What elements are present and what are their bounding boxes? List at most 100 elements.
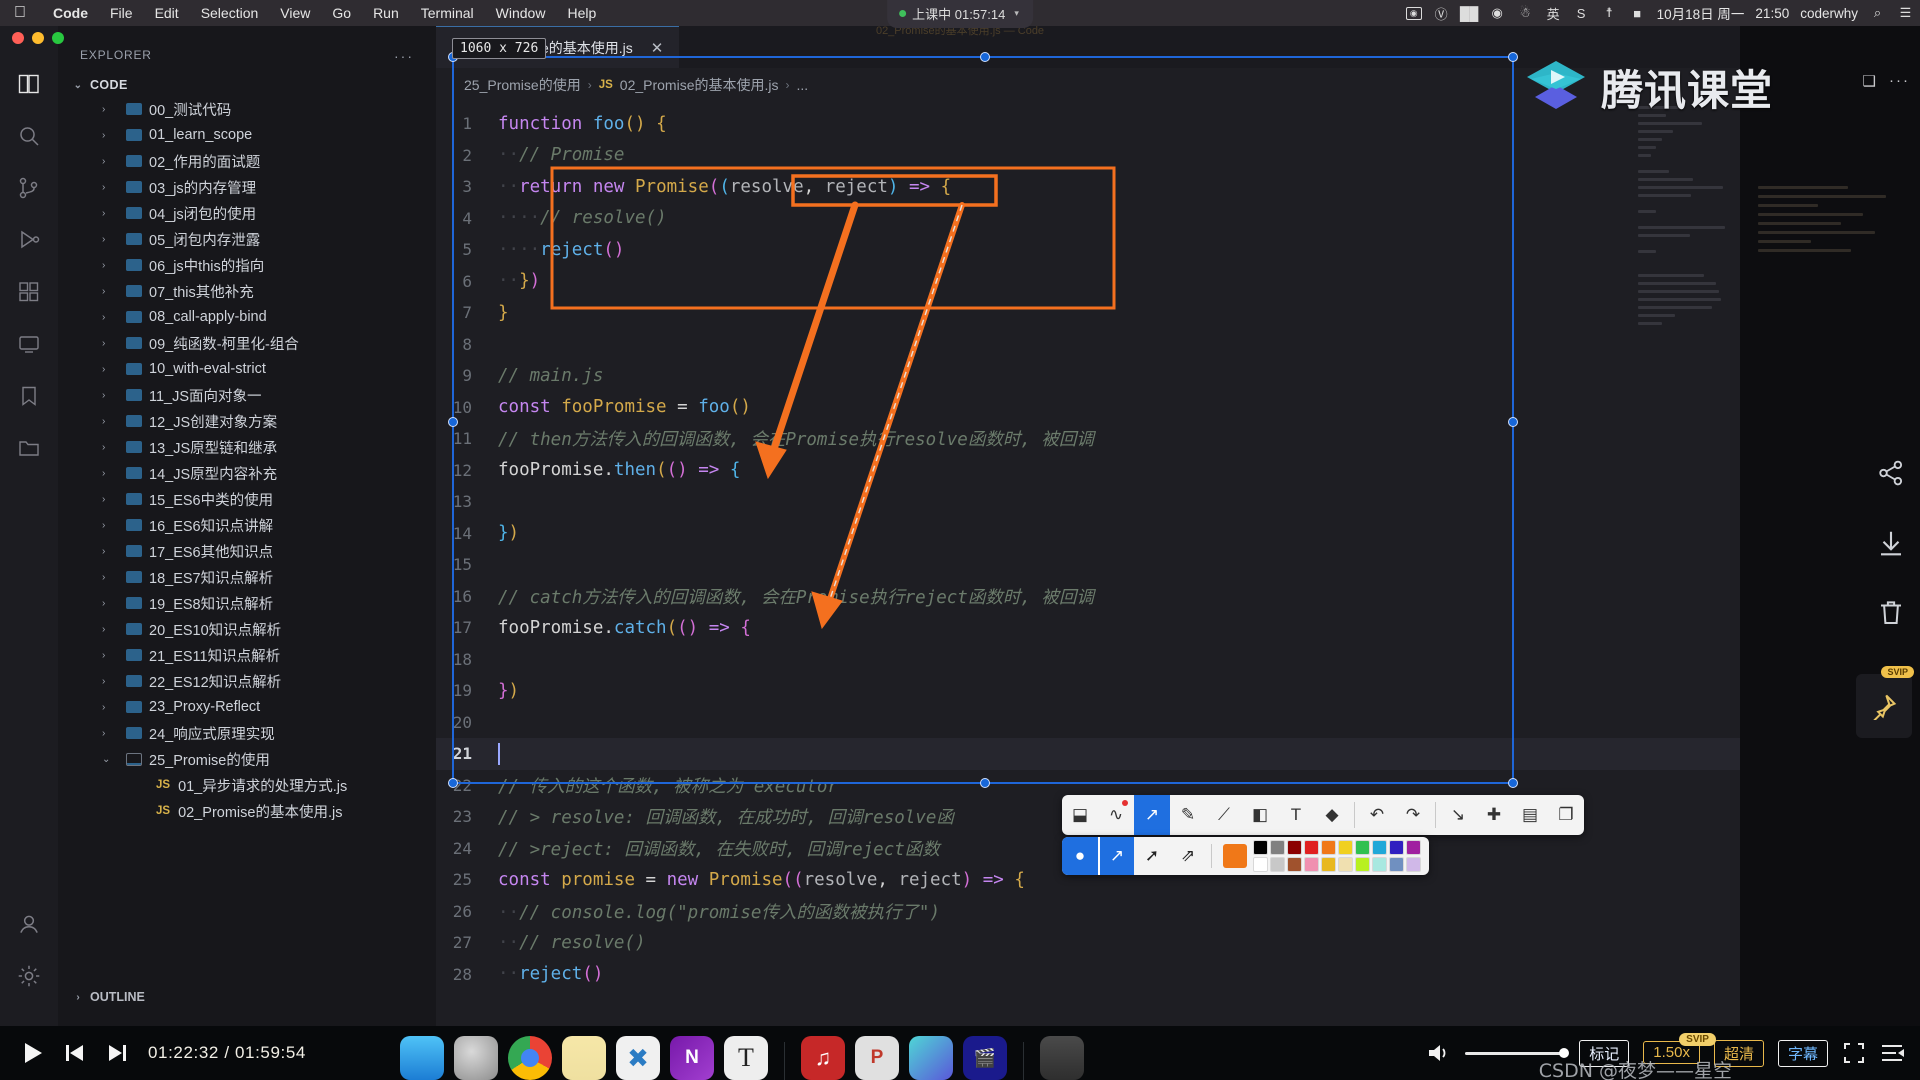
chevron-right-icon[interactable]: › bbox=[102, 598, 105, 609]
tree-folder-row[interactable]: › 03_js的内存管理 bbox=[58, 174, 436, 200]
tree-folder-row[interactable]: › 21_ES11知识点解析 bbox=[58, 642, 436, 668]
freehand-line-icon[interactable]: ∿ bbox=[1098, 795, 1134, 835]
play-button[interactable] bbox=[22, 1041, 44, 1065]
code-line[interactable]: 4 ····// resolve() bbox=[436, 203, 1740, 235]
chevron-right-icon[interactable]: › bbox=[72, 992, 84, 1003]
code-line[interactable]: 13 bbox=[436, 486, 1740, 518]
chevron-right-icon[interactable]: › bbox=[102, 676, 105, 687]
save-icon[interactable]: ▤ bbox=[1512, 795, 1548, 835]
code-line[interactable]: 15 bbox=[436, 549, 1740, 581]
highlighter-icon[interactable]: ⟋ bbox=[1206, 795, 1242, 835]
tree-folder-row[interactable]: › 22_ES12知识点解析 bbox=[58, 668, 436, 694]
close-window-button[interactable] bbox=[12, 32, 24, 44]
extensions-icon[interactable] bbox=[15, 278, 43, 306]
code-line[interactable]: 6 ··}) bbox=[436, 266, 1740, 298]
color-swatch[interactable] bbox=[1321, 857, 1336, 872]
cursor-icon[interactable]: ↘ bbox=[1440, 795, 1476, 835]
more-options-icon[interactable]: ··· bbox=[1889, 72, 1910, 89]
remote-explorer-icon[interactable] bbox=[15, 330, 43, 358]
account-icon[interactable] bbox=[15, 910, 43, 938]
color-swatch[interactable] bbox=[1287, 840, 1302, 855]
tree-folder-row-open[interactable]: ⌄ 25_Promise的使用 bbox=[58, 746, 436, 772]
close-icon[interactable]: ✕ bbox=[651, 39, 664, 57]
tree-folder-row[interactable]: › 12_JS创建对象方案 bbox=[58, 408, 436, 434]
window-controls[interactable] bbox=[12, 32, 64, 44]
thin-arrow-icon[interactable]: ⇗ bbox=[1170, 837, 1206, 875]
color-swatch[interactable] bbox=[1389, 840, 1404, 855]
menubar-user[interactable]: coderwhy bbox=[1800, 6, 1858, 21]
clipboard-manager-icon[interactable]: ██ bbox=[1460, 6, 1478, 21]
chevron-down-icon[interactable]: ⌄ bbox=[72, 80, 84, 91]
menu-window[interactable]: Window bbox=[485, 5, 557, 21]
chevron-right-icon[interactable]: › bbox=[102, 338, 105, 349]
menu-file[interactable]: File bbox=[99, 5, 144, 21]
tree-folder-row[interactable]: › 23_Proxy-Reflect bbox=[58, 694, 436, 720]
tree-folder-row[interactable]: › 07_this其他补充 bbox=[58, 278, 436, 304]
chevron-right-icon[interactable]: › bbox=[102, 104, 105, 115]
menubar-time[interactable]: 21:50 bbox=[1755, 6, 1789, 21]
tree-file-row[interactable]: JS 01_异步请求的处理方式.js bbox=[58, 772, 436, 798]
breadcrumb-folder[interactable]: 25_Promise的使用 bbox=[464, 75, 581, 95]
minimap[interactable] bbox=[1638, 106, 1730, 966]
color-swatch[interactable] bbox=[1304, 857, 1319, 872]
pen-icon[interactable]: ✎ bbox=[1170, 795, 1206, 835]
gear-icon[interactable] bbox=[15, 962, 43, 990]
chevron-right-icon[interactable]: › bbox=[102, 130, 105, 141]
tree-folder-row[interactable]: › 24_响应式原理实现 bbox=[58, 720, 436, 746]
onenote-icon[interactable]: N bbox=[670, 1036, 714, 1080]
menu-selection[interactable]: Selection bbox=[190, 5, 270, 21]
tree-folder-row[interactable]: › 06_js中this的指向 bbox=[58, 252, 436, 278]
color-swatch[interactable] bbox=[1338, 857, 1353, 872]
chevron-right-icon[interactable]: › bbox=[102, 234, 105, 245]
menu-view[interactable]: View bbox=[269, 5, 321, 21]
chevron-down-icon[interactable]: ▾ bbox=[1014, 8, 1019, 19]
speaker-icon[interactable] bbox=[1427, 1042, 1451, 1064]
code-line[interactable]: 8 bbox=[436, 329, 1740, 361]
chevron-right-icon[interactable]: › bbox=[102, 468, 105, 479]
chevron-right-icon[interactable]: › bbox=[102, 286, 105, 297]
share-icon[interactable] bbox=[1874, 456, 1908, 490]
chevron-right-icon[interactable]: › bbox=[102, 442, 105, 453]
color-swatch[interactable] bbox=[1406, 857, 1421, 872]
code-line[interactable]: 17 fooPromise.catch(() => { bbox=[436, 612, 1740, 644]
parallels-icon[interactable]: Ⓥ bbox=[1433, 6, 1450, 22]
chevron-right-icon[interactable]: › bbox=[102, 520, 105, 531]
tree-folder-row[interactable]: › 02_作用的面试题 bbox=[58, 148, 436, 174]
tree-folder-row[interactable]: › 00_测试代码 bbox=[58, 96, 436, 122]
bluetooth-icon[interactable]: ☨ bbox=[1601, 5, 1618, 21]
eraser-icon[interactable]: ◆ bbox=[1314, 795, 1350, 835]
typora-icon[interactable]: T bbox=[724, 1036, 768, 1080]
pin-icon[interactable]: ✚ bbox=[1476, 795, 1512, 835]
color-swatch[interactable] bbox=[1355, 840, 1370, 855]
code-line[interactable]: 19}) bbox=[436, 675, 1740, 707]
color-swatch[interactable] bbox=[1372, 840, 1387, 855]
chevron-down-icon[interactable]: ⌄ bbox=[102, 754, 110, 765]
tree-folder-row[interactable]: › 20_ES10知识点解析 bbox=[58, 616, 436, 642]
menu-edit[interactable]: Edit bbox=[144, 5, 190, 21]
color-swatch[interactable] bbox=[1389, 857, 1404, 872]
chevron-right-icon[interactable]: › bbox=[102, 572, 105, 583]
chevron-right-icon[interactable]: › bbox=[102, 208, 105, 219]
maximize-window-button[interactable] bbox=[52, 32, 64, 44]
chevron-right-icon[interactable]: › bbox=[102, 546, 105, 557]
tree-folder-row[interactable]: › 05_闭包内存泄露 bbox=[58, 226, 436, 252]
window-restore-icon[interactable]: ❑ bbox=[1863, 72, 1876, 90]
copy-icon[interactable]: ❐ bbox=[1548, 795, 1584, 835]
breadcrumb-file[interactable]: 02_Promise的基本使用.js bbox=[620, 75, 779, 95]
dot-size-icon[interactable]: ● bbox=[1062, 837, 1098, 875]
trash-icon[interactable] bbox=[1874, 596, 1908, 630]
text-icon[interactable]: T bbox=[1278, 795, 1314, 835]
tree-folder-row[interactable]: › 01_learn_scope bbox=[58, 122, 436, 148]
fullscreen-icon[interactable] bbox=[1842, 1041, 1866, 1065]
next-button[interactable] bbox=[106, 1042, 128, 1064]
menu-terminal[interactable]: Terminal bbox=[410, 5, 485, 21]
chrome-icon[interactable] bbox=[508, 1036, 552, 1080]
menu-run[interactable]: Run bbox=[362, 5, 410, 21]
color-swatch[interactable] bbox=[1338, 840, 1353, 855]
code-line[interactable]: 3 ··return new Promise((resolve, reject) … bbox=[436, 171, 1740, 203]
video-app-icon[interactable]: 🎬 bbox=[963, 1036, 1007, 1080]
chevron-right-icon[interactable]: › bbox=[102, 416, 105, 427]
powerpoint-icon[interactable]: P bbox=[855, 1036, 899, 1080]
code-line[interactable]: 27 ··// resolve() bbox=[436, 927, 1740, 959]
previous-button[interactable] bbox=[64, 1042, 86, 1064]
